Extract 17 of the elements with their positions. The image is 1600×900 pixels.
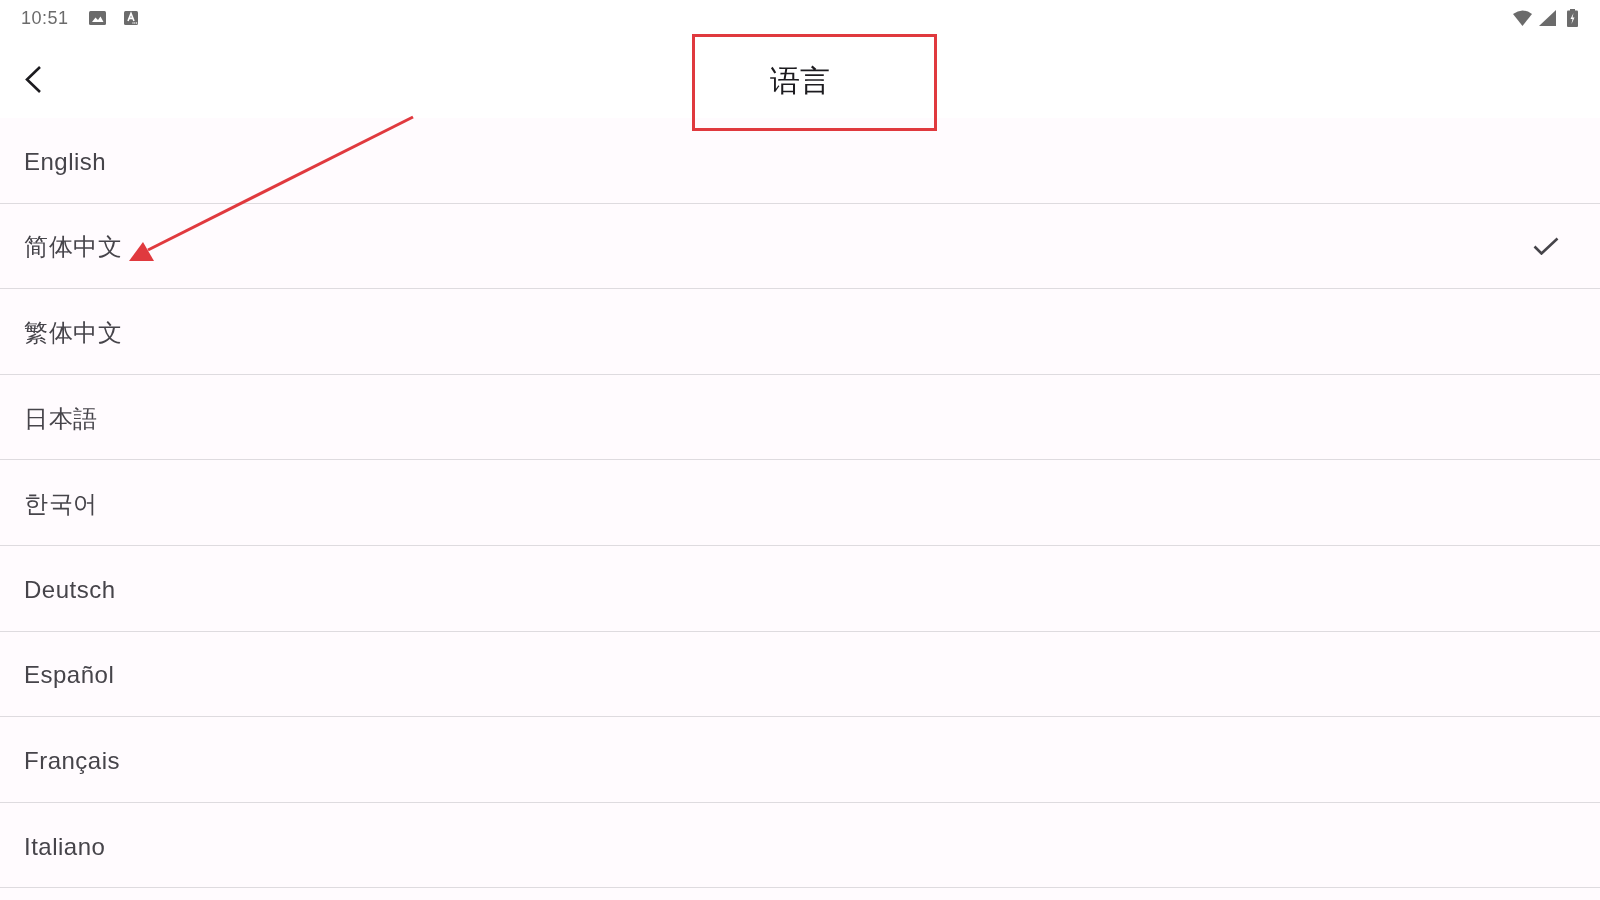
page-title: 语言 bbox=[770, 66, 830, 96]
language-option[interactable]: Français bbox=[0, 717, 1600, 803]
language-option[interactable]: 한국어 bbox=[0, 460, 1600, 546]
back-chevron-icon bbox=[24, 64, 42, 94]
language-option[interactable]: Español bbox=[0, 631, 1600, 718]
image-icon bbox=[88, 11, 106, 25]
signal-icon bbox=[1539, 10, 1556, 26]
language-option[interactable]: Italiano bbox=[0, 802, 1600, 889]
language-option[interactable]: 繁体中文 bbox=[0, 289, 1600, 375]
battery-charging-icon bbox=[1567, 9, 1578, 27]
wifi-icon bbox=[1513, 10, 1532, 26]
text-notification-icon bbox=[123, 11, 138, 25]
language-option[interactable]: 简体中文 bbox=[0, 203, 1600, 290]
language-option[interactable]: Deutsch bbox=[0, 545, 1600, 632]
language-option[interactable]: 日本語 bbox=[0, 374, 1600, 461]
language-option[interactable]: English bbox=[0, 118, 1600, 204]
status-time: 10:51 bbox=[21, 9, 69, 27]
